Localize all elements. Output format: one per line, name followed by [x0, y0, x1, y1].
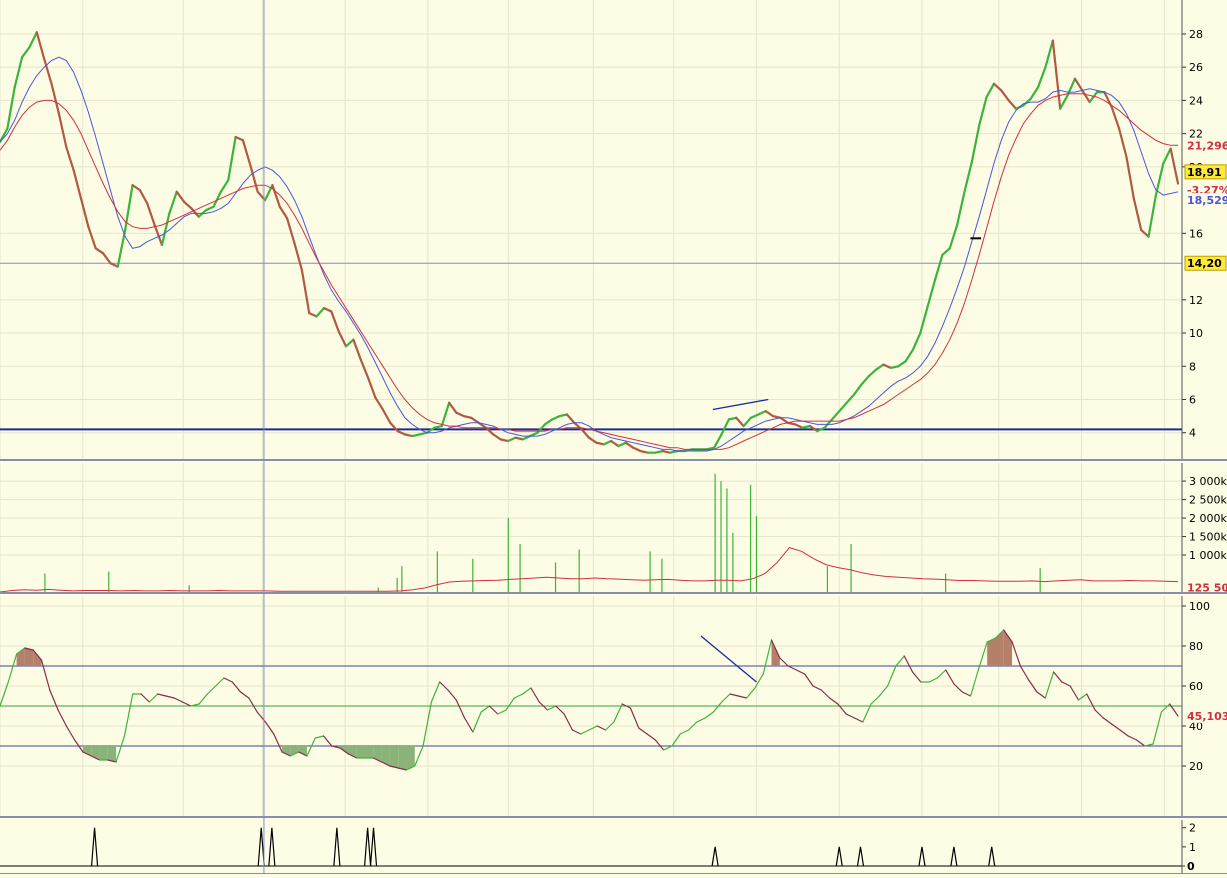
y-tick-label: 1 — [1189, 841, 1196, 854]
y-tick-label: 2 — [1189, 822, 1196, 835]
y-tick-label: 26 — [1189, 61, 1203, 74]
chart-canvas[interactable]: 282624222016121086421,29618,91-3,27%18,5… — [0, 0, 1227, 875]
oversold-fill — [365, 746, 374, 758]
y-tick-label: 3 000k — [1189, 475, 1227, 488]
y-tick-label: 80 — [1189, 640, 1203, 653]
value-label: 14,20 — [1187, 257, 1222, 270]
panel-signals: 2100 — [0, 820, 1227, 875]
chart-root: 282624222016121086421,29618,91-3,27%18,5… — [0, 0, 1227, 875]
oversold-fill — [99, 746, 108, 760]
y-tick-label: 24 — [1189, 94, 1203, 107]
y-tick-label: 2 000k — [1189, 512, 1227, 525]
oversold-fill — [356, 746, 366, 758]
y-tick-label: 20 — [1189, 760, 1203, 773]
y-tick-label: 100 — [1189, 600, 1210, 613]
panel-background — [0, 0, 1227, 460]
panel-background — [0, 463, 1227, 593]
y-tick-label: 16 — [1189, 227, 1203, 240]
y-tick-label: 10 — [1189, 327, 1203, 340]
y-tick-label: 8 — [1189, 360, 1196, 373]
y-tick-label: 1 000k — [1189, 549, 1227, 562]
value-label: 21,296 — [1187, 139, 1227, 152]
y-tick-label: 12 — [1189, 294, 1203, 307]
y-tick-label: 6 — [1189, 394, 1196, 407]
value-label: 0 — [1187, 860, 1195, 873]
value-label: 18,91 — [1187, 166, 1222, 179]
y-tick-label: 4 — [1189, 427, 1196, 440]
oversold-fill — [398, 746, 407, 770]
overbought-fill — [987, 638, 996, 666]
y-tick-label: 28 — [1189, 28, 1203, 41]
panel-oscillator: 1008060402045,103 — [0, 596, 1227, 818]
y-tick-label: 1 500k — [1189, 531, 1227, 544]
oversold-fill — [389, 746, 399, 768]
y-tick-label: 60 — [1189, 680, 1203, 693]
panel-volume: 3 000k2 500k2 000k1 500k1 000k109 931125… — [0, 463, 1227, 595]
oversold-fill — [107, 746, 117, 762]
y-tick-label: 2 500k — [1189, 494, 1227, 507]
overbought-fill — [24, 648, 34, 666]
value-label: 18,529 — [1187, 194, 1227, 207]
panel-price: 282624222016121086421,29618,91-3,27%18,5… — [0, 0, 1227, 461]
value-label: 45,103 — [1187, 710, 1227, 723]
